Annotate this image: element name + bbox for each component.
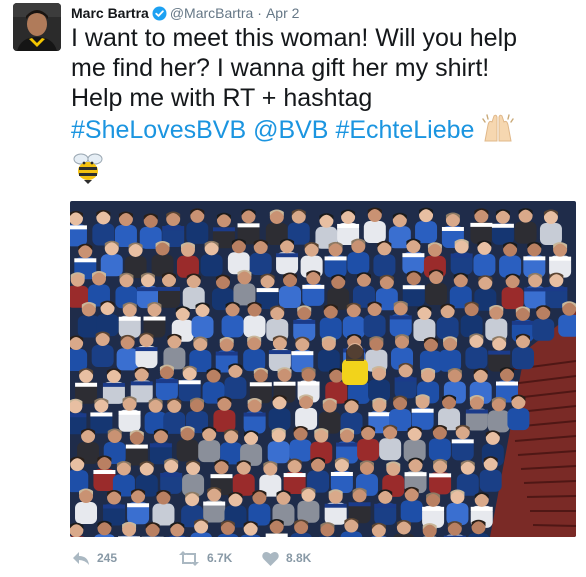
bee-icon — [71, 150, 105, 191]
retweet-count: 6.7K — [207, 551, 233, 565]
tweet-header: Marc Bartra @MarcBartra · Apr 2 — [71, 4, 299, 22]
tweet-actions: 245 6.7K 8.8K — [72, 548, 311, 568]
verified-badge-icon — [152, 6, 167, 21]
tweet-text-line: Help me with RT + hashtag — [71, 84, 373, 112]
heart-icon — [262, 551, 279, 566]
avatar[interactable] — [13, 3, 61, 51]
hashtag-link[interactable]: #EchteLiebe — [335, 116, 474, 144]
separator-dot: · — [257, 5, 262, 21]
tweet-text-line: me find her? I wanna gift her my shirt! — [71, 54, 490, 82]
tweet-timestamp[interactable]: Apr 2 — [266, 5, 299, 21]
like-button[interactable]: 8.8K — [262, 551, 311, 566]
stadium-crowd-image — [70, 201, 576, 537]
tweet-text-line: I want to meet this woman! Will you help — [71, 24, 518, 52]
tweet-tags-line: #SheLovesBVB @BVB #EchteLiebe — [71, 113, 576, 150]
reply-icon — [73, 551, 89, 565]
tweet-photo[interactable] — [70, 201, 576, 537]
author-name[interactable]: Marc Bartra — [71, 5, 149, 21]
reply-button[interactable]: 245 — [72, 551, 178, 566]
tweet-card: Marc Bartra @MarcBartra · Apr 2 I want t… — [0, 0, 586, 577]
reply-count: 245 — [97, 551, 118, 565]
raising-hands-icon — [481, 113, 515, 150]
tweet-emoji-line — [71, 150, 576, 191]
tweet-text: I want to meet this woman! Will you help… — [71, 23, 576, 191]
author-handle[interactable]: @MarcBartra — [170, 5, 253, 21]
mention-link[interactable]: @BVB — [253, 116, 328, 144]
like-count: 8.8K — [286, 551, 312, 565]
retweet-button[interactable]: 6.7K — [178, 550, 262, 566]
retweet-icon — [179, 550, 199, 566]
hashtag-link[interactable]: #SheLovesBVB — [71, 116, 246, 144]
